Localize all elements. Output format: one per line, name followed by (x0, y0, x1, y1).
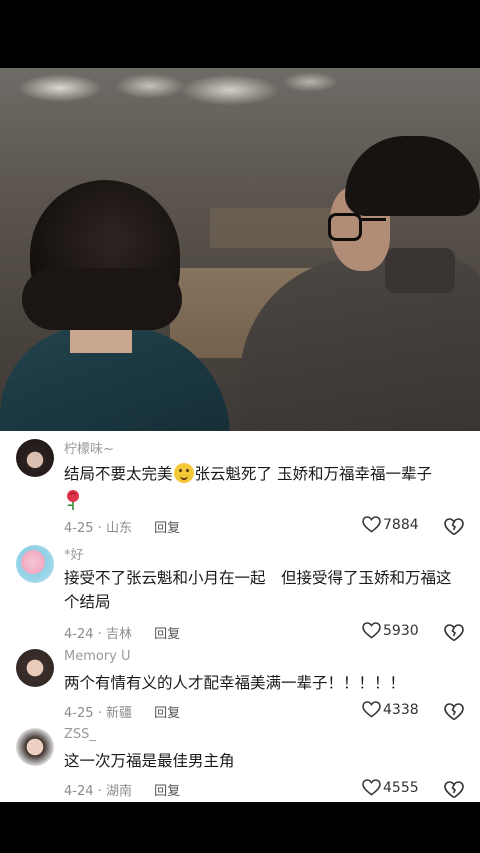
broken-heart-icon[interactable] (444, 780, 464, 799)
reply-button[interactable]: 回复 (154, 521, 180, 536)
like-button[interactable]: 5930 (362, 622, 419, 639)
comment-text-part: 结局不要太完美 (64, 465, 173, 483)
comment-list: 柠檬味~ 结局不要太完美 张云魁死了 玉娇和万福幸福一辈子 4-25 · 山东 回… (0, 431, 480, 802)
comment-location: 新疆 (105, 706, 132, 721)
comment-separator: · (97, 784, 102, 799)
bottom-black-band (0, 802, 480, 853)
comment-text-part: 张云魁死了 玉娇和万福幸福一辈子 (194, 465, 432, 483)
comment-username[interactable]: *好 (64, 544, 84, 563)
comment-username[interactable]: ZSS_ (64, 727, 96, 742)
broken-heart-icon[interactable] (444, 702, 464, 721)
comment-text: 这一次万福是最佳男主角 (64, 752, 235, 770)
comment-date: 4-24 (64, 627, 94, 642)
comment-meta: 4-25 · 新疆 回复 (64, 702, 180, 721)
avatar[interactable] (16, 728, 54, 766)
like-button[interactable]: 4555 (362, 779, 419, 796)
comment-text: 接受不了张云魁和小月在一起 但接受得了玉娇和万福这个结局 (64, 569, 452, 611)
heart-icon (362, 622, 381, 639)
comment-location: 吉林 (105, 627, 132, 642)
man-collar (385, 248, 455, 293)
heart-icon (362, 701, 381, 718)
comment-username[interactable]: 柠檬味~ (64, 438, 114, 457)
like-count: 7884 (383, 516, 419, 533)
man-hair (345, 136, 480, 216)
broken-heart-icon[interactable] (444, 623, 464, 642)
avatar[interactable] (16, 439, 54, 477)
heart-icon (362, 779, 381, 796)
comment-meta: 4-24 · 湖南 回复 (64, 780, 180, 799)
broken-heart-icon[interactable] (444, 517, 464, 536)
glasses-arm (360, 218, 386, 221)
like-count: 4555 (383, 779, 419, 796)
avatar[interactable] (16, 545, 54, 583)
reply-button[interactable]: 回复 (154, 627, 180, 642)
comment-date: 4-24 (64, 784, 94, 799)
smile-emoji-icon (173, 463, 194, 483)
like-button[interactable]: 4338 (362, 701, 419, 718)
top-black-band (0, 0, 480, 68)
comment-separator: · (97, 627, 102, 642)
like-count: 4338 (383, 701, 419, 718)
comment-location: 山东 (105, 521, 132, 536)
comment-date: 4-25 (64, 521, 94, 536)
heart-icon (362, 516, 381, 533)
rose-emoji-icon (67, 490, 79, 510)
like-count: 5930 (383, 622, 419, 639)
reply-button[interactable]: 回复 (154, 706, 180, 721)
video-still[interactable] (0, 68, 480, 431)
comment-meta: 4-25 · 山东 回复 (64, 517, 180, 536)
comment-text: 结局不要太完美 张云魁死了 玉娇和万福幸福一辈子 (64, 462, 460, 486)
comment-text: 两个有情有义的人才配幸福美满一辈子！！！！！ (64, 674, 406, 692)
comment-date: 4-25 (64, 706, 94, 721)
comment-separator: · (97, 706, 102, 721)
comment-separator: · (97, 521, 102, 536)
reply-button[interactable]: 回复 (154, 784, 180, 799)
comment-meta: 4-24 · 吉林 回复 (64, 623, 180, 642)
like-button[interactable]: 7884 (362, 516, 419, 533)
glasses-icon (328, 213, 362, 241)
avatar[interactable] (16, 649, 54, 687)
background-lights (0, 68, 480, 138)
comment-username[interactable]: Memory U (64, 649, 131, 664)
comment-location: 湖南 (105, 784, 132, 799)
woman-hair-bun (22, 268, 182, 330)
